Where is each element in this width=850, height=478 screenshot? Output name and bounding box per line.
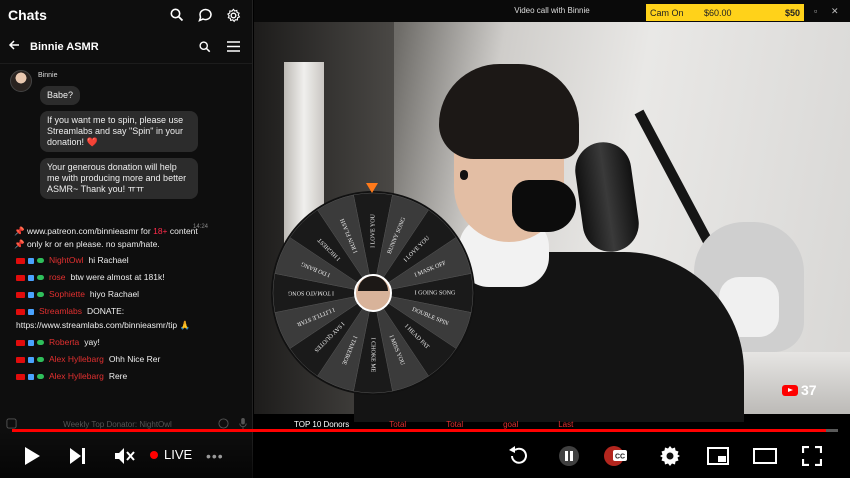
live-dot-icon [150,450,158,459]
chat-line: rose btw were almost at 181k! [0,269,252,286]
chat-username[interactable]: rose [49,272,66,283]
conversation-search-icon[interactable] [194,36,216,58]
chat-line: Roberta yay! [0,334,252,351]
chat-text: btw were almost at 181k! [70,272,165,282]
search-icon[interactable] [166,4,188,26]
chat-text: hiyo Rachael [89,289,140,299]
message-bubble: If you want me to spin, please use Strea… [40,111,198,152]
cam-tip: $50 [784,7,800,18]
chat-username[interactable]: Alex Hyllebarg [49,371,104,382]
chat-line: Sophiette hiyo Rachael [0,286,252,303]
avatar[interactable] [10,70,32,92]
chat-text: DONATE: [87,306,125,316]
chat-username[interactable]: Roberta [49,337,79,348]
chat-text: yay! [84,337,100,347]
donation-url[interactable]: https://www.streamlabs.com/binnieasmr/ti… [0,320,252,334]
user-badges [16,257,44,264]
sender-name: Binnie [38,72,58,79]
microphone [571,138,643,256]
chat-username[interactable]: Sophiette [49,289,85,300]
user-badges [16,308,34,315]
close-icon[interactable]: ✕ [831,6,839,17]
svg-text:CC: CC [615,454,625,461]
pinned-text-suffix: content [167,226,198,236]
miniplayer-icon[interactable] [706,444,730,468]
chat-username[interactable]: Streamlabs [39,306,82,317]
chat-line: Streamlabs DONATE: [0,303,252,320]
pinned-highlight: 18+ [153,226,168,236]
new-chat-icon[interactable] [194,4,216,26]
fullscreen-icon[interactable] [800,444,824,468]
video-player[interactable]: Video call with Binnie Cam On $60.00 $50… [254,0,850,478]
subtitles-icon[interactable]: CC [602,444,630,468]
pinned-text: 📌 www.patreon.com/binnieasmr for [14,226,154,236]
call-bar: Video call with Binnie Cam On $60.00 $50… [254,0,850,22]
message-bubble: Babe? [40,86,81,105]
live-label: LIVE [164,447,193,462]
youtube-logo-icon [782,384,798,396]
pinned-message: 📌 www.patreon.com/binnieasmr for 18+ con… [0,224,252,239]
conversation-header: Binnie ASMR [0,30,252,64]
wheel-segment-label: I TOMATO SONG [287,290,334,296]
chat-username[interactable]: Alex Hyllebarg [49,354,104,365]
chats-title: Chats [8,7,47,23]
chat-username[interactable]: NightOwl [49,255,83,266]
user-badges [16,291,44,298]
user-badges [16,373,44,380]
live-indicator[interactable]: LIVE [150,447,192,462]
wheel-segment-label: I GOING SONG [415,290,456,296]
chat-text: Ohh Nice Rer [108,354,161,364]
chat-text: hi Rachael [88,255,129,265]
wheel-segment-label: I CHOKE ME [370,338,376,373]
minimize-icon[interactable]: ▫ [814,6,817,16]
spin-wheel: I LOVE YOU BUNNY SONG I LOVE YOU I MASK OFF… [270,183,476,396]
progress-fill[interactable] [12,429,826,432]
spin-wheel-graphic: I LOVE YOU BUNNY SONGI LOVE YOUI MASK OFF… [271,191,475,395]
wheel-segment-label: I LOVE YOU [370,213,376,247]
mute-icon[interactable] [112,444,138,468]
viewer-count-badge: 37 [782,382,817,398]
chat-line: Alex Hyllebarg Ohh Nice Rer [0,351,252,368]
next-icon[interactable] [66,444,90,468]
user-badges [16,274,44,281]
menu-icon[interactable] [222,36,244,58]
cam-on-box[interactable]: Cam On $60.00 $50 [646,4,804,21]
face-mask [512,180,576,232]
message-bubble: Your generous donation will help me with… [40,158,198,199]
chat-text: Rere [108,371,128,381]
streamer-hair [439,64,579,159]
earbud [460,170,468,180]
message-area: Binnie Babe? If you want me to spin, ple… [0,64,252,230]
user-badges [16,356,44,363]
cam-price: $60.00 [704,7,732,18]
pause-icon[interactable] [556,444,582,468]
chat-panel: Chats Binnie ASMR Binnie Babe? If you wa… [0,0,253,478]
viewer-count: 37 [801,382,817,398]
cam-label: Cam On [650,7,684,18]
back-arrow-icon[interactable] [8,38,20,56]
theater-mode-icon[interactable] [752,444,778,468]
chat-line: Alex Hyllebarg Rere [0,368,252,385]
replay-icon[interactable] [506,444,532,468]
wheel-pointer [366,183,378,193]
play-icon[interactable] [20,444,44,468]
pinned-rules: 📌 only kr or en please. no spam/hate. [14,239,160,249]
chat-line: NightOwl hi Rachael [0,252,252,269]
conversation-name: Binnie ASMR [30,40,99,53]
live-chat: 📌 www.patreon.com/binnieasmr for 18+ con… [0,224,252,385]
chat-input[interactable]: Weekly Top Donator: NightOwl [17,420,218,429]
settings-icon[interactable] [222,4,244,26]
more-icon[interactable]: ••• [206,448,224,464]
chats-header: Chats [0,0,252,30]
user-badges [16,339,44,346]
settings-gear-icon[interactable] [658,444,682,468]
